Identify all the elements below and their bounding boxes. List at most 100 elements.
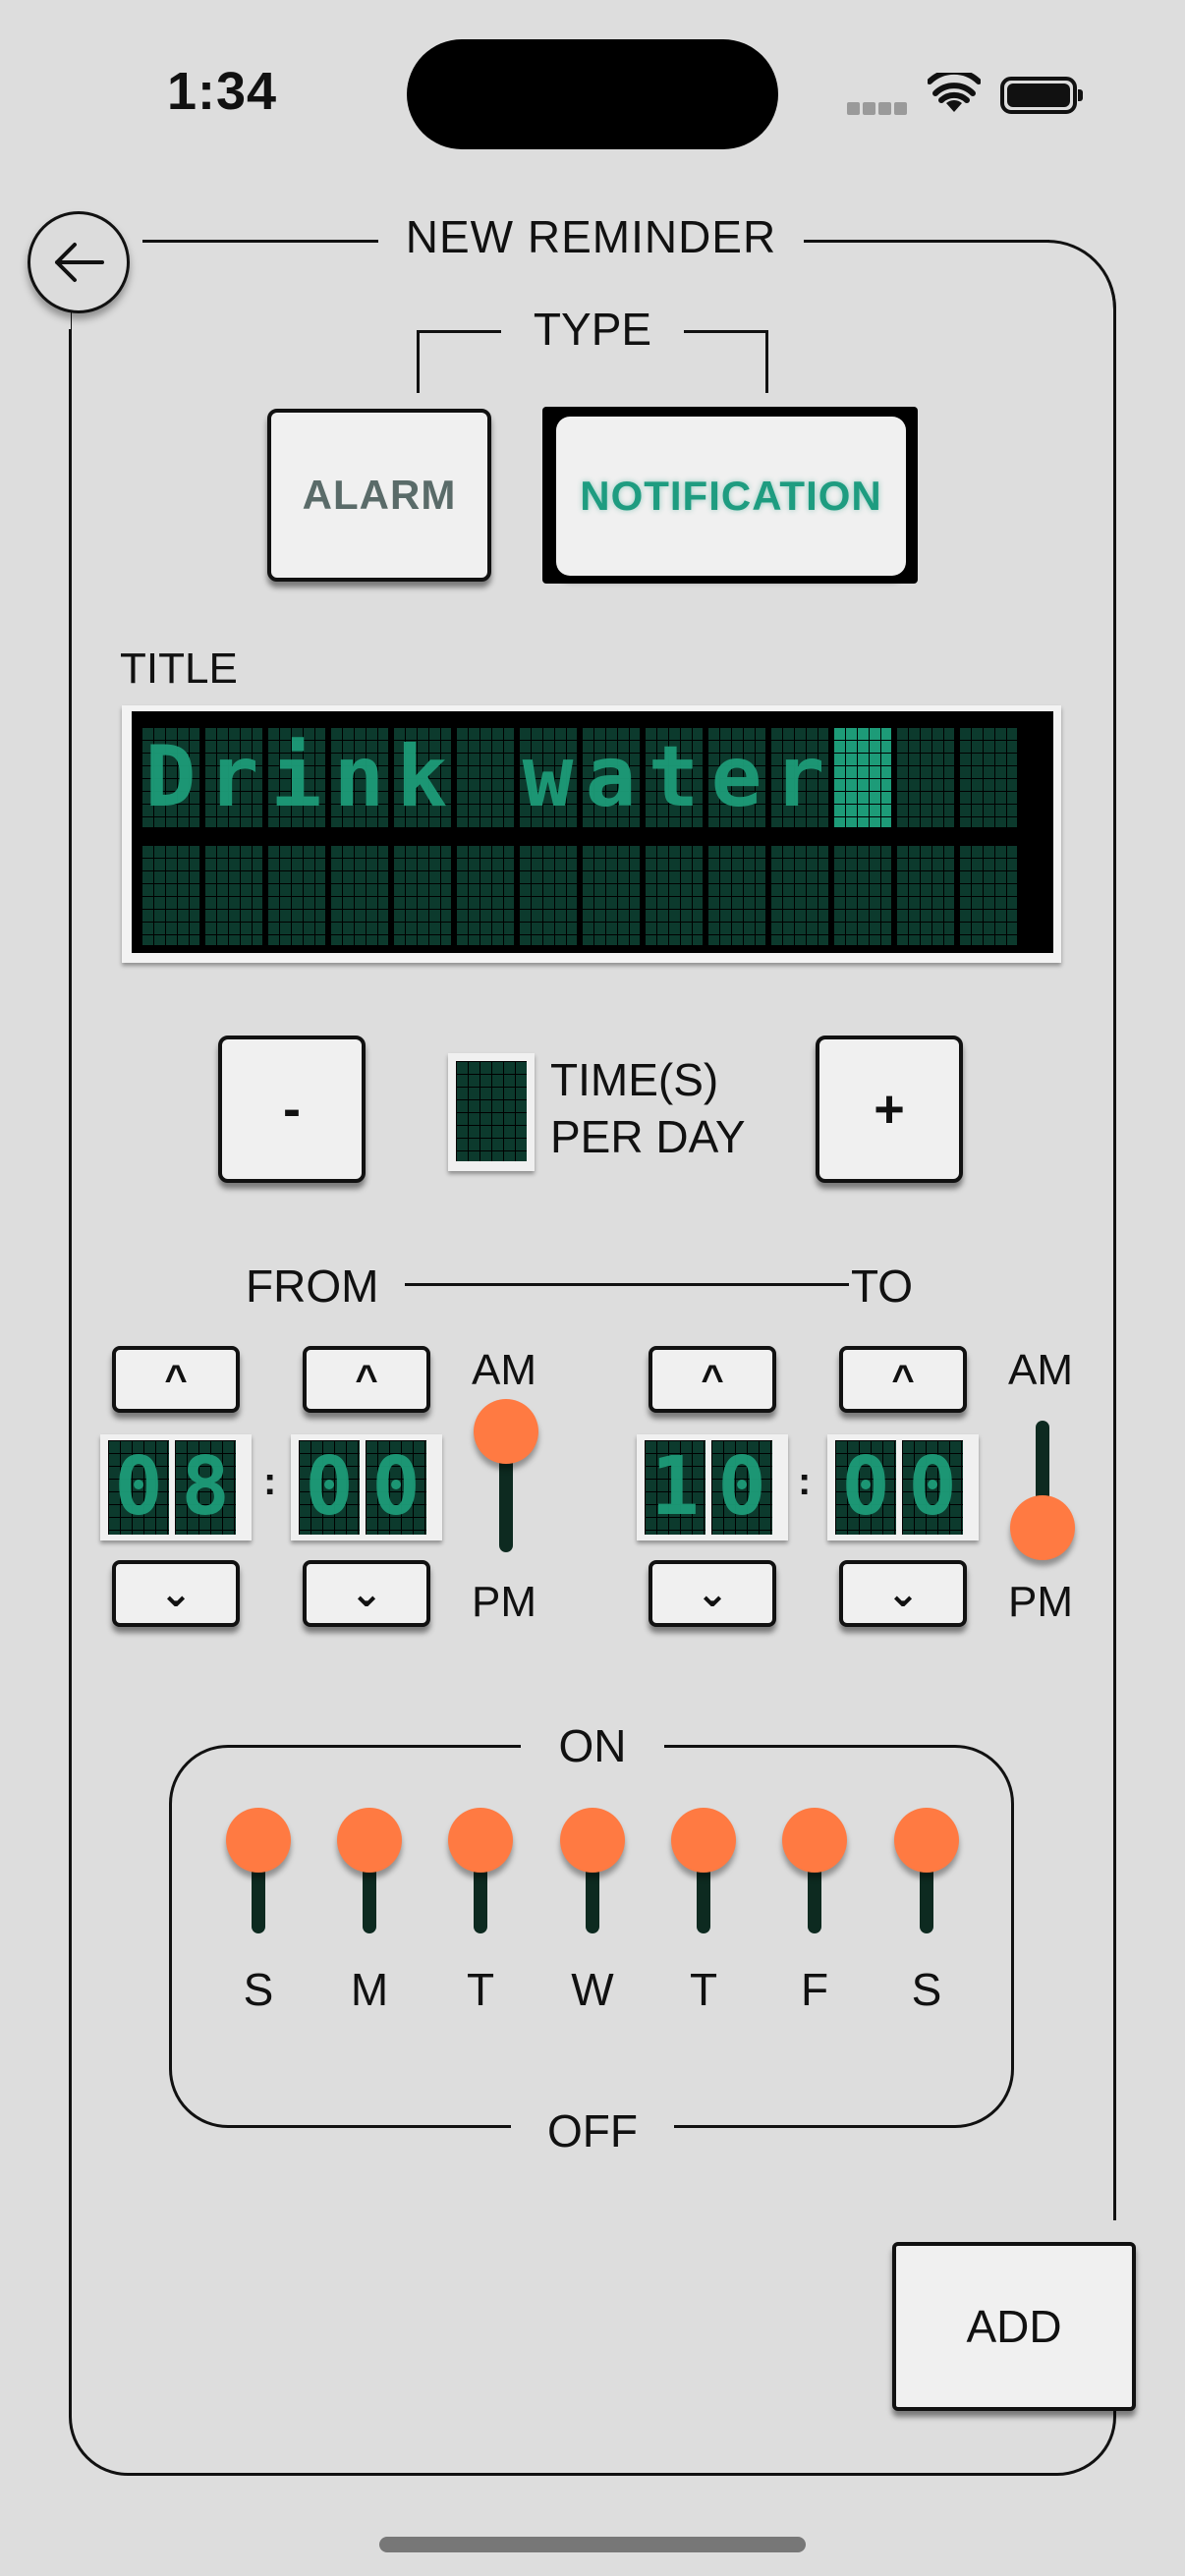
to-hour-down-button[interactable]: ⌄ (649, 1560, 776, 1627)
digit: 8 (175, 1440, 236, 1535)
from-to-divider (405, 1283, 849, 1286)
title-char: w (522, 728, 574, 826)
title-char-cell (959, 845, 1017, 945)
day-toggle-knob[interactable] (894, 1808, 959, 1873)
digit-char: 0 (717, 1440, 766, 1534)
day-label: F (800, 1964, 829, 2015)
to-hour-display: 1 0 (645, 1440, 772, 1535)
digit: 0 (366, 1440, 426, 1535)
from-colon: : (263, 1460, 277, 1503)
title-char-cell (833, 845, 891, 945)
to-minute-up-button[interactable]: ^ (839, 1346, 967, 1413)
day-toggle-knob[interactable] (337, 1808, 402, 1873)
title-char-cell: a (582, 727, 640, 827)
title-char-cell: w (519, 727, 577, 827)
decrease-frequency-button[interactable]: - (218, 1036, 366, 1183)
title-char-cell: i (267, 727, 325, 827)
to-label: TO (851, 1260, 914, 1312)
to-am-label: AM (1008, 1346, 1073, 1394)
from-minute-down-button[interactable]: ⌄ (303, 1560, 430, 1627)
day-toggle-knob[interactable] (671, 1808, 736, 1873)
alarm-type-button[interactable]: ALARM (267, 409, 491, 582)
days-on-label: ON (521, 1719, 664, 1772)
digit-char: 0 (305, 1440, 354, 1534)
digit: 0 (902, 1440, 963, 1535)
to-colon: : (798, 1460, 812, 1503)
title-cursor (833, 727, 891, 827)
title-char: k (396, 728, 448, 826)
title-char-cell (456, 727, 514, 827)
title-char-cell: r (204, 727, 262, 827)
title-char-cell (519, 845, 577, 945)
from-minute-display: 0 0 (299, 1440, 426, 1535)
day-label: S (243, 1964, 274, 2015)
day-label: T (466, 1964, 495, 2015)
page-title: NEW REMINDER (405, 211, 777, 262)
digit-char: 0 (114, 1440, 163, 1534)
back-button[interactable] (28, 211, 130, 313)
title-char-cell: e (707, 727, 765, 827)
notification-type-button[interactable]: NOTIFICATION (556, 417, 906, 576)
to-ampm-toggle-knob[interactable] (1010, 1495, 1075, 1560)
days-selector-box (169, 1745, 1014, 2128)
status-time: 1:34 (167, 62, 278, 121)
digit-char: 1 (650, 1440, 700, 1534)
title-label: TITLE (120, 644, 238, 693)
title-char-cell: r (770, 727, 828, 827)
digit-char: 0 (908, 1440, 957, 1534)
title-char: D (144, 728, 197, 826)
digit: 0 (835, 1440, 896, 1535)
from-hour-up-button[interactable]: ^ (112, 1346, 240, 1413)
times-per-day-label: TIME(S) PER DAY (550, 1051, 746, 1165)
frequency-count-display (456, 1061, 527, 1161)
digit: 0 (299, 1440, 360, 1535)
title-input-display[interactable]: Drink water (132, 711, 1053, 953)
digit-char: 0 (371, 1440, 421, 1534)
day-toggle-knob[interactable] (560, 1808, 625, 1873)
arrow-left-icon (55, 243, 104, 282)
title-char: r (773, 728, 825, 826)
day-label: S (911, 1964, 942, 2015)
title-char-cell (141, 845, 199, 945)
from-am-label: AM (472, 1346, 536, 1394)
digit-char: 0 (841, 1440, 890, 1534)
wifi-icon (928, 73, 981, 112)
from-ampm-toggle-knob[interactable] (474, 1399, 538, 1464)
times-label: TIME(S) (550, 1054, 719, 1105)
add-button[interactable]: ADD (892, 2242, 1136, 2411)
title-char-cell (959, 727, 1017, 827)
title-char-cell (896, 727, 954, 827)
digit: 0 (711, 1440, 772, 1535)
cellular-signal-icon (847, 102, 908, 116)
battery-icon (1000, 77, 1083, 114)
home-indicator (379, 2537, 806, 2552)
title-char: a (585, 728, 637, 826)
day-label: T (689, 1964, 718, 2015)
increase-frequency-button[interactable]: + (816, 1036, 963, 1183)
title-char-cell (582, 845, 640, 945)
title-char-cell (896, 845, 954, 945)
title-char-cell: k (393, 727, 451, 827)
day-toggle-knob[interactable] (448, 1808, 513, 1873)
type-label: TYPE (501, 303, 684, 356)
title-char-cell: D (141, 727, 199, 827)
title-char: n (333, 728, 385, 826)
title-char-cell (330, 845, 388, 945)
day-toggle-knob[interactable] (782, 1808, 847, 1873)
title-char: i (270, 728, 322, 826)
from-minute-up-button[interactable]: ^ (303, 1346, 430, 1413)
digit: 0 (108, 1440, 169, 1535)
title-char: r (207, 728, 259, 826)
title-char-cell (645, 845, 703, 945)
day-toggle-knob[interactable] (226, 1808, 291, 1873)
type-bracket-left (417, 330, 507, 393)
digit-char: 8 (181, 1440, 230, 1534)
to-hour-up-button[interactable]: ^ (649, 1346, 776, 1413)
title-char-cell: t (645, 727, 703, 827)
to-minute-down-button[interactable]: ⌄ (839, 1560, 967, 1627)
from-hour-down-button[interactable]: ⌄ (112, 1560, 240, 1627)
day-label: W (571, 1964, 614, 2015)
title-char-cell (770, 845, 828, 945)
per-day-label: PER DAY (550, 1111, 746, 1162)
from-pm-label: PM (472, 1578, 536, 1626)
